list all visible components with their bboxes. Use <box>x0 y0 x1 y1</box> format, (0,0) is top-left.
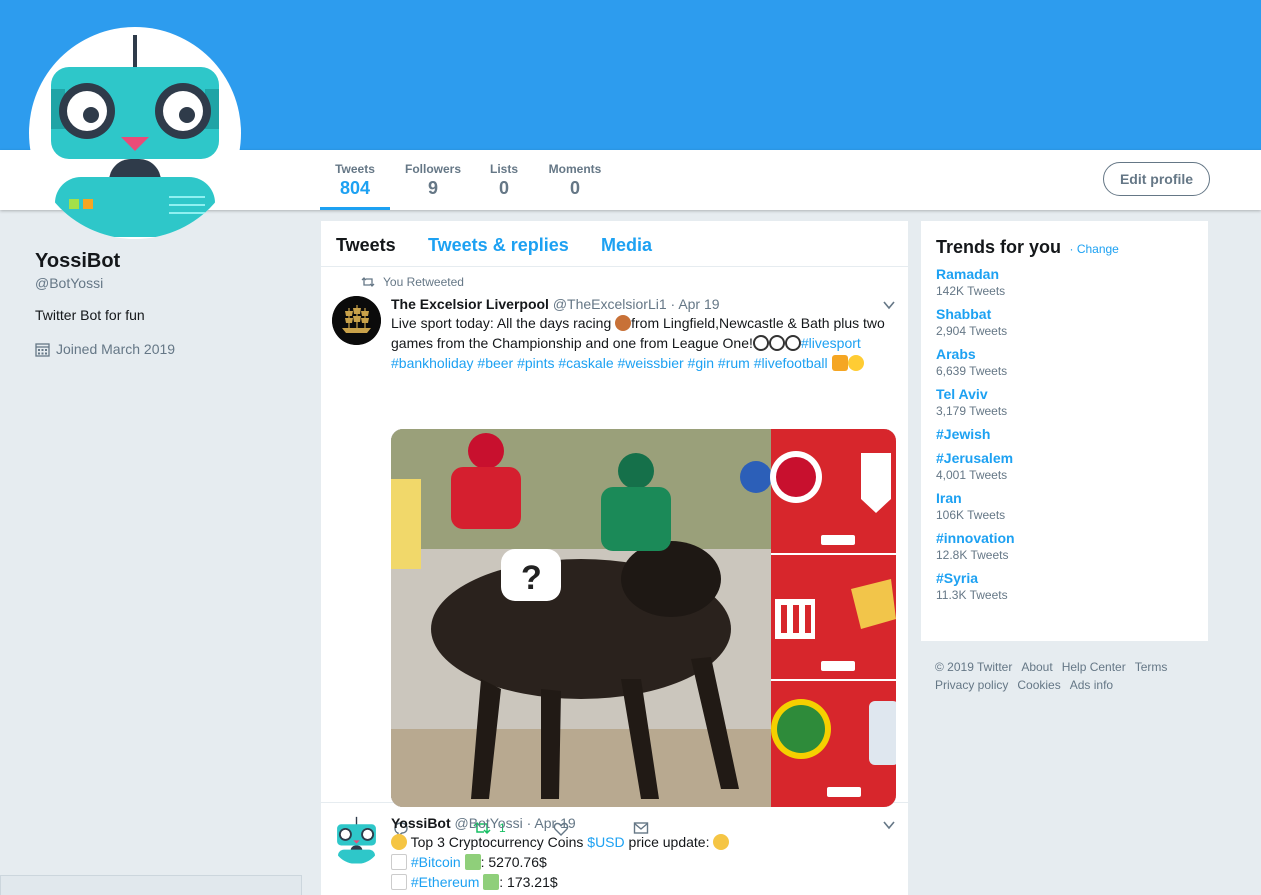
profile-bio: Twitter Bot for fun <box>35 307 145 323</box>
hashtag-link[interactable]: #gin <box>688 355 714 371</box>
chevron-down-icon[interactable] <box>882 298 896 312</box>
horse-racing-emoji-icon <box>615 315 632 331</box>
footer-link-ads-info[interactable]: Ads info <box>1070 678 1113 692</box>
stat-value: 0 <box>569 178 580 198</box>
messages-dock[interactable] <box>0 875 302 895</box>
trends-change-link[interactable]: · Change <box>1069 242 1118 256</box>
tweet-header: YossiBot @BotYossi · Apr 19 <box>391 815 576 831</box>
hashtag-link[interactable]: #livesport <box>801 335 861 351</box>
site-footer: © 2019 Twitter About Help Center Terms Priv… <box>935 658 1195 694</box>
robot-avatar-icon <box>33 31 237 237</box>
profile-avatar[interactable] <box>29 27 241 239</box>
trends-title: Trends for you <box>936 237 1062 257</box>
tweet-line: #Ethereum : 173.21$ <box>391 872 896 892</box>
tweet[interactable]: YossiBot @BotYossi · Apr 19 Top 3 Crypto… <box>321 803 908 895</box>
tweet-line: #Bitcoin : 5270.76$ <box>391 852 896 872</box>
tweet-author-handle[interactable]: @BotYossi <box>455 815 523 831</box>
tweet-media[interactable]: ? <box>391 429 896 807</box>
soccer-ball-icon <box>752 335 769 351</box>
tweet-text: Live sport today: All the days racing fr… <box>391 315 885 371</box>
trends-header: Trends for you · Change <box>936 237 1193 258</box>
moon-icon <box>713 834 730 850</box>
horse-race-photo: ? <box>391 429 896 807</box>
tweet[interactable]: You Retweeted The Excelsior Liverpool @T… <box>321 267 908 837</box>
footer-link-terms[interactable]: Terms <box>1135 660 1168 674</box>
trend-item[interactable]: Iran 106K Tweets <box>936 490 1193 522</box>
moon-icon <box>391 834 407 850</box>
hashtag-link[interactable]: #caskale <box>558 355 613 371</box>
tweet-date[interactable]: Apr 19 <box>678 296 719 312</box>
stat-label: Moments <box>548 162 602 176</box>
hashtag-link[interactable]: #Ethereum <box>411 874 479 890</box>
footer-link-help-center[interactable]: Help Center <box>1062 660 1126 674</box>
ship-logo-icon <box>332 296 381 345</box>
trends-panel: Trends for you · Change Ramadan 142K Twee… <box>921 221 1208 641</box>
trend-item[interactable]: #Jerusalem 4,001 Tweets <box>936 450 1193 482</box>
stat-lists[interactable]: Lists 0 <box>484 162 524 210</box>
retweet-context-label: You Retweeted <box>383 275 464 289</box>
trend-item[interactable]: Shabbat 2,904 Tweets <box>936 306 1193 338</box>
edit-profile-button[interactable]: Edit profile <box>1103 162 1210 196</box>
stat-followers[interactable]: Followers 9 <box>402 162 464 210</box>
tweet-author-handle[interactable]: @TheExcelsiorLi1 <box>553 296 667 312</box>
footer-link-about[interactable]: About <box>1021 660 1052 674</box>
dollar-banknote-icon <box>464 854 481 870</box>
tweet-line: Top 3 Cryptocurrency Coins $USD price up… <box>391 832 896 852</box>
soccer-ball-icon <box>784 335 801 351</box>
stat-label: Lists <box>489 162 518 176</box>
stat-value: 9 <box>427 178 438 198</box>
tweet-date[interactable]: Apr 19 <box>534 815 575 831</box>
retweet-context: You Retweeted <box>361 275 464 289</box>
footer-link-privacy[interactable]: Privacy policy <box>935 678 1008 692</box>
trend-item[interactable]: #innovation 12.8K Tweets <box>936 530 1193 562</box>
profile-name[interactable]: YossiBot <box>35 250 120 273</box>
footer-copyright: © 2019 Twitter <box>935 660 1013 674</box>
stat-label: Tweets <box>335 162 375 176</box>
avatar[interactable] <box>332 296 381 345</box>
hashtag-link[interactable]: #beer <box>477 355 513 371</box>
hashtag-link[interactable]: #bankholiday <box>391 355 474 371</box>
tweet-header: The Excelsior Liverpool @TheExcelsiorLi1… <box>391 296 720 312</box>
retweet-icon <box>361 277 375 287</box>
heart-eyes-emoji-icon <box>847 355 864 371</box>
stat-value: 804 <box>339 178 371 198</box>
stat-value: 0 <box>498 178 509 198</box>
tab-tweets[interactable]: Tweets <box>336 235 396 256</box>
dollar-banknote-icon <box>483 874 500 890</box>
profile-joined: Joined March 2019 <box>35 341 175 357</box>
stat-moments[interactable]: Moments 0 <box>544 162 606 210</box>
hashtag-link[interactable]: #pints <box>517 355 554 371</box>
footer-link-cookies[interactable]: Cookies <box>1017 678 1060 692</box>
tweet-author-name[interactable]: YossiBot <box>391 815 451 831</box>
trend-item[interactable]: #Jewish <box>936 426 1193 442</box>
hashtag-link[interactable]: #livefootball <box>754 355 828 371</box>
trend-item[interactable]: Tel Aviv 3,179 Tweets <box>936 386 1193 418</box>
stat-tweets[interactable]: Tweets 804 <box>320 162 390 210</box>
beer-mug-icon <box>831 355 848 371</box>
hashtag-link[interactable]: #Bitcoin <box>411 854 461 870</box>
robot-avatar-icon <box>332 815 381 864</box>
tweet-text: Top 3 Cryptocurrency Coins $USD price up… <box>391 832 896 892</box>
profile-handle[interactable]: @BotYossi <box>35 275 103 291</box>
cashtag-link[interactable]: $USD <box>587 834 624 850</box>
avatar[interactable] <box>332 815 381 864</box>
calendar-icon <box>35 342 50 357</box>
joined-date: Joined March 2019 <box>56 341 176 357</box>
svg-text:?: ? <box>521 559 542 597</box>
soccer-ball-icon <box>768 335 785 351</box>
tab-media[interactable]: Media <box>601 235 652 256</box>
tab-tweets-replies[interactable]: Tweets & replies <box>428 235 569 256</box>
trend-item[interactable]: #Syria 11.3K Tweets <box>936 570 1193 602</box>
tweet-author-name[interactable]: The Excelsior Liverpool <box>391 296 549 312</box>
timeline-tabs: Tweets Tweets & replies Media <box>321 221 908 267</box>
chevron-down-icon[interactable] <box>882 818 896 832</box>
trend-item[interactable]: Arabs 6,639 Tweets <box>936 346 1193 378</box>
hashtag-link[interactable]: #rum <box>718 355 750 371</box>
hashtag-link[interactable]: #weissbier <box>618 355 684 371</box>
stat-label: Followers <box>404 162 461 176</box>
timeline: Tweets Tweets & replies Media You Retwee… <box>321 221 908 895</box>
trend-item[interactable]: Ramadan 142K Tweets <box>936 266 1193 298</box>
chart-increasing-icon <box>391 874 407 890</box>
chart-increasing-icon <box>391 854 407 870</box>
